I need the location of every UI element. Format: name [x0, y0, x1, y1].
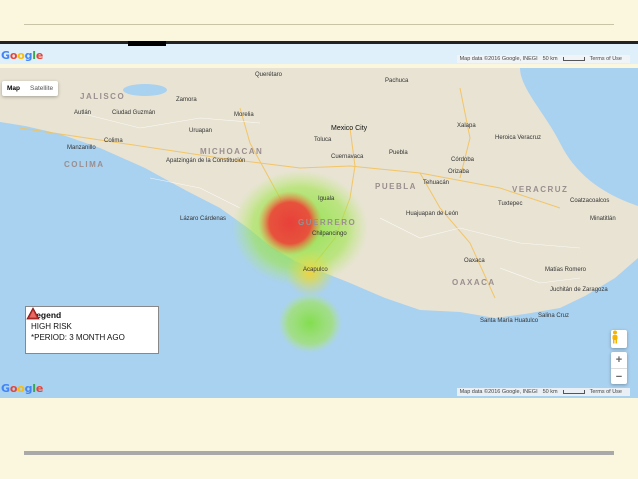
strip-dark-bar — [0, 41, 638, 44]
city-label: Matías Romero — [545, 267, 587, 273]
city-label: Toluca — [314, 137, 332, 143]
city-label: Lázaro Cárdenas — [180, 216, 227, 222]
city-label: Iguala — [318, 196, 335, 202]
terms-link[interactable]: Terms of Use — [590, 389, 622, 395]
pegman-icon — [612, 330, 618, 344]
region-label-veracruz: VERACRUZ — [512, 185, 569, 194]
high-risk-triangle-icon — [26, 307, 40, 320]
map-attribution: Map data ©2016 Google, INEGI 50 km Terms o… — [456, 55, 630, 63]
city-label: Heroica Veracruz — [495, 135, 542, 141]
city-label: Tehuacán — [423, 180, 450, 186]
city-label: Córdoba — [451, 157, 475, 163]
city-label: Oaxaca — [464, 258, 485, 264]
city-label: Querétaro — [255, 72, 283, 78]
region-label-oaxaca: OAXACA — [452, 278, 496, 287]
google-logo[interactable]: Google — [1, 382, 43, 395]
map-type-map-button[interactable]: Map — [2, 81, 25, 96]
heat-medium — [286, 249, 334, 297]
street-view-pegman-button[interactable] — [611, 330, 627, 348]
city-label: Morelia — [234, 112, 254, 118]
city-label: Acapulco — [303, 267, 328, 273]
legend-item-label: HIGH RISK — [31, 322, 72, 331]
heat-low-south — [278, 293, 342, 353]
map-legend: Legend HIGH RISK *PERIOD: 3 MONTH AGO — [25, 306, 159, 354]
city-label: Uruapan — [189, 128, 213, 134]
region-label-michoacan: MICHOACAN — [200, 147, 264, 156]
city-label: Xalapa — [457, 123, 476, 129]
legend-period: *PERIOD: 3 MONTH AGO — [31, 333, 125, 342]
city-label: Huajuapan de León — [406, 211, 459, 217]
map-type-satellite-button[interactable]: Satellite — [25, 81, 58, 96]
city-label: Juchitán de Zaragoza — [550, 287, 608, 293]
city-label: Coatzacoalcos — [570, 198, 610, 204]
top-divider — [24, 24, 614, 25]
zoom-in-button[interactable]: + — [611, 352, 627, 368]
city-label: Manzanillo — [67, 145, 96, 151]
legend-title: Legend — [31, 310, 62, 320]
region-label-guerrero: GUERRERO — [298, 218, 357, 227]
city-label: Ciudad Guzmán — [112, 110, 156, 116]
city-label: Colima — [104, 138, 123, 144]
city-label: Chilpancingo — [312, 231, 347, 237]
zoom-control: + − — [611, 352, 627, 384]
city-label: Minatitlán — [590, 216, 616, 222]
city-label: Cuernavaca — [331, 154, 364, 160]
strip-tab — [128, 41, 166, 46]
legend-item: HIGH RISK — [26, 307, 153, 331]
city-label: Puebla — [389, 150, 408, 156]
city-label: Pachuca — [385, 78, 409, 84]
city-label: Autlán — [74, 110, 92, 116]
zoom-out-button[interactable]: − — [611, 369, 627, 385]
region-label-jalisco: JALISCO — [80, 92, 126, 101]
city-label: Santa María Huatulco — [480, 318, 539, 324]
previous-map-strip: Google Map data ©2016 Google, INEGI 50 km… — [0, 41, 638, 64]
region-label-colima: COLIMA — [64, 160, 105, 169]
map-attribution: Map data ©2016 Google, INEGI 50 km Terms o… — [456, 388, 630, 396]
city-label: Orizaba — [448, 169, 470, 175]
map-type-control: Map Satellite — [2, 81, 59, 96]
city-label: Apatzingán de la Constitución — [166, 158, 246, 164]
city-label: Zamora — [176, 97, 197, 103]
region-label-puebla: PUEBLA — [375, 182, 417, 191]
bottom-divider — [24, 451, 614, 455]
lake-chapala — [123, 84, 167, 96]
city-label: Tuxtepec — [498, 201, 523, 207]
city-label: Salina Cruz — [538, 313, 570, 319]
terms-link[interactable]: Terms of Use — [590, 56, 622, 62]
city-label: Mexico City — [331, 125, 368, 132]
google-logo[interactable]: Google — [1, 49, 43, 62]
map-canvas[interactable]: Map Satellite JALISCO COLIMA MICHOACAN G… — [0, 68, 638, 398]
